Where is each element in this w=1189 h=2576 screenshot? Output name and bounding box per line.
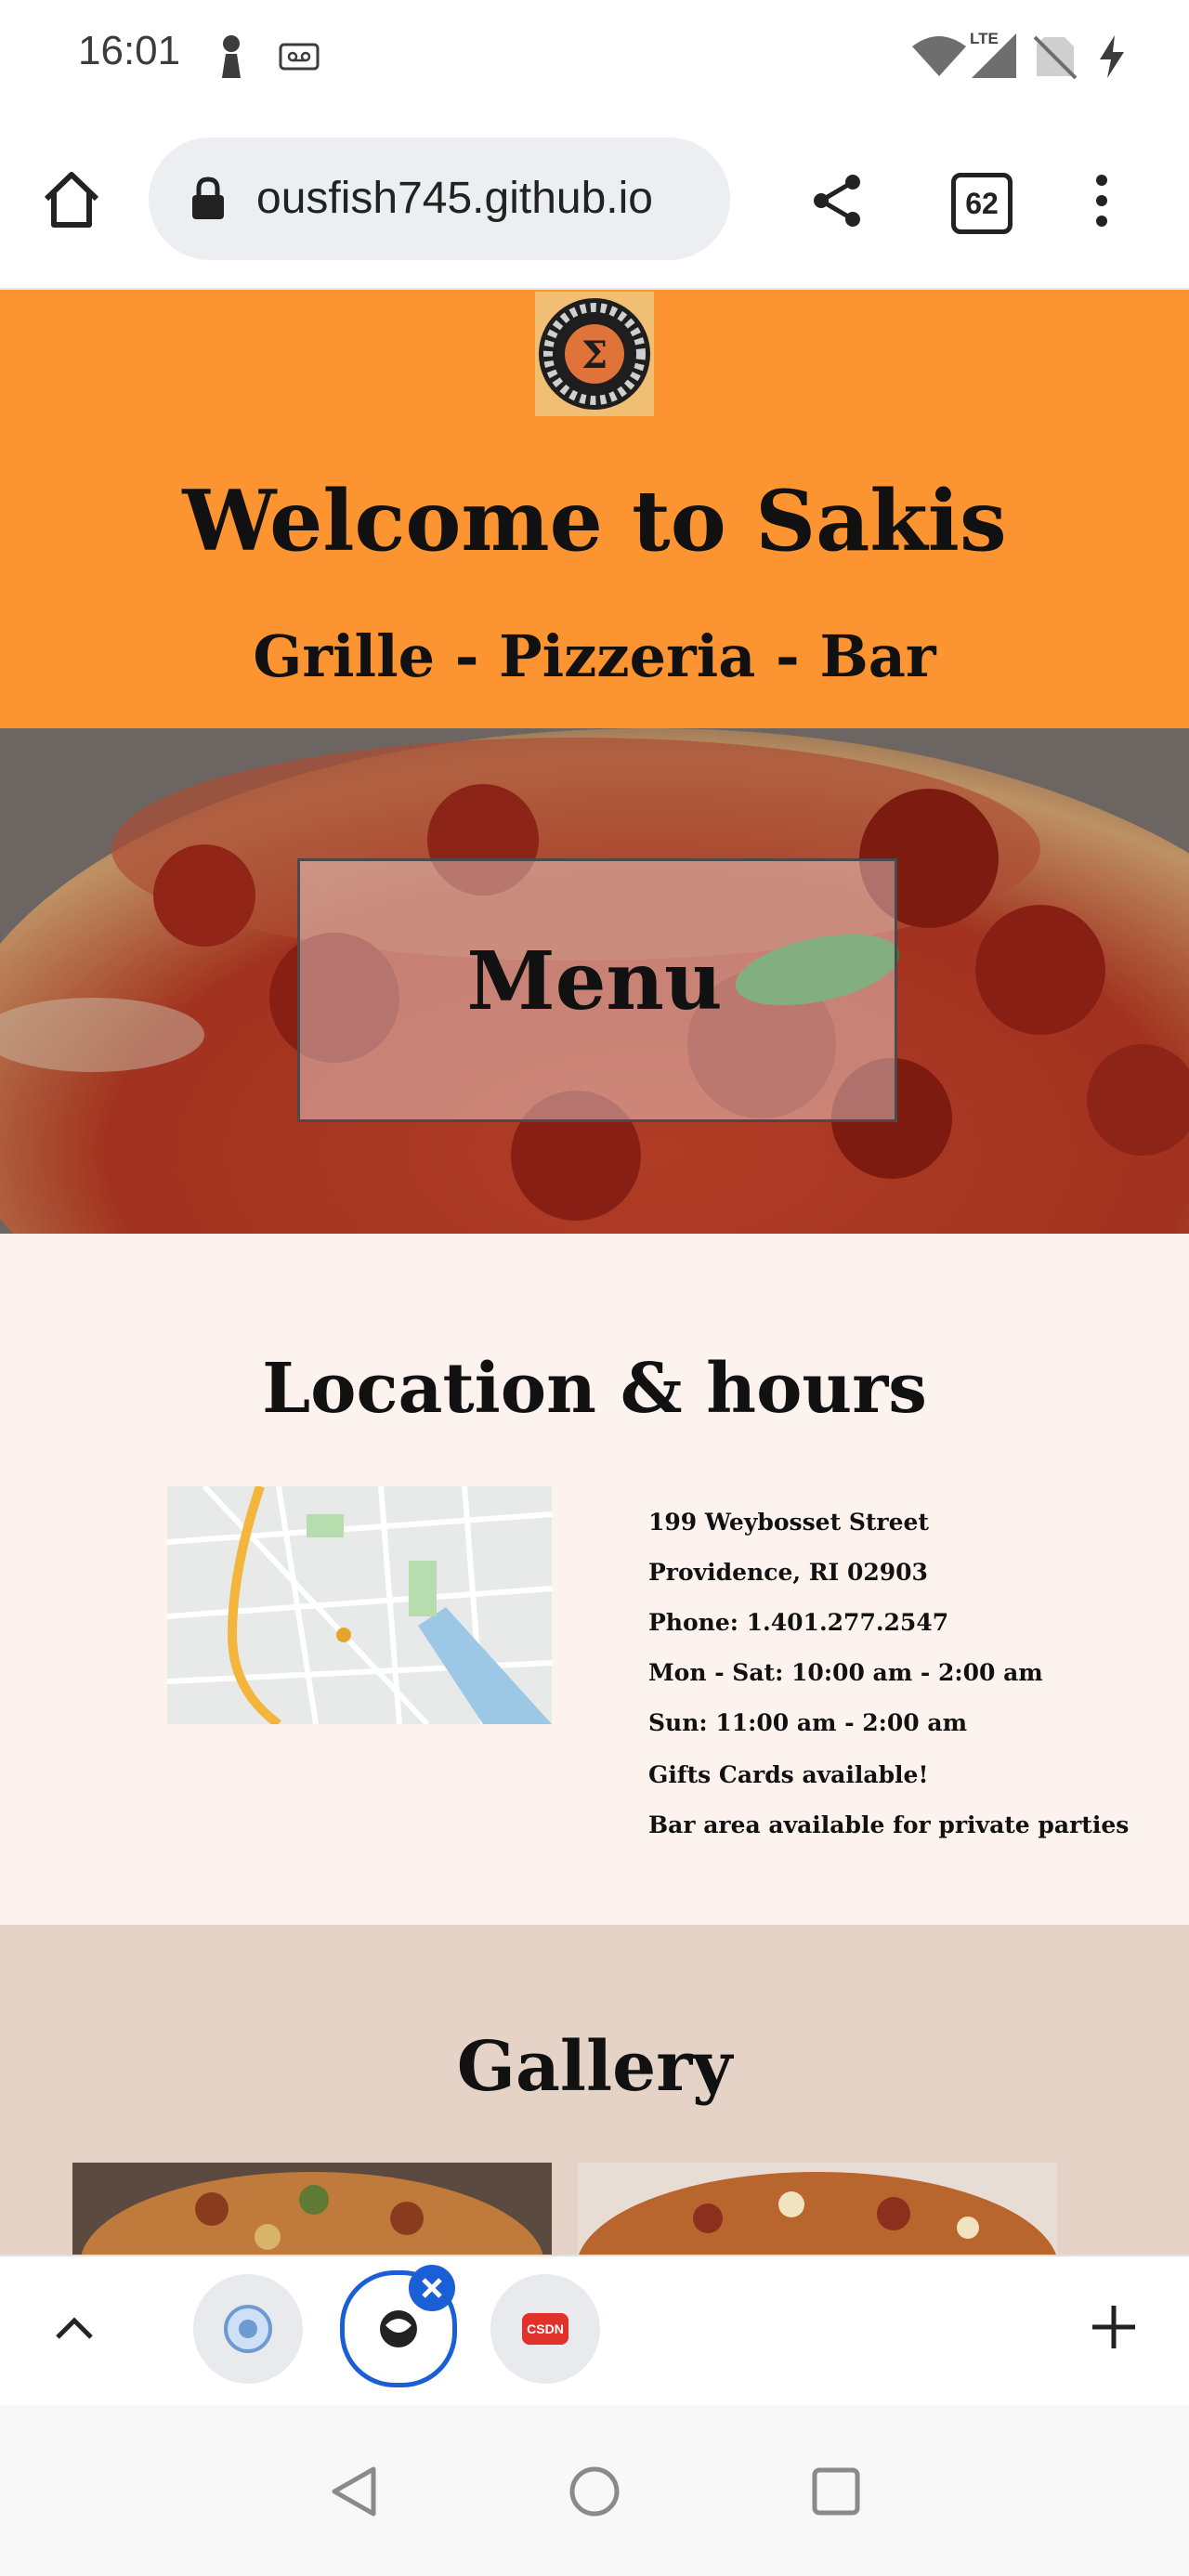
site-logo[interactable]: Σ <box>535 292 654 416</box>
private-parties-note: Bar area available for private parties <box>648 1811 1130 1838</box>
back-icon[interactable] <box>327 2464 379 2519</box>
hours-weekday: Mon - Sat: 10:00 am - 2:00 am <box>648 1659 1043 1686</box>
voicemail-icon <box>279 43 320 71</box>
gallery-image-2[interactable] <box>578 2163 1057 2255</box>
gallery-title: Gallery <box>456 2027 733 2107</box>
recents-icon[interactable] <box>810 2465 862 2517</box>
tab-thumbnail-1[interactable] <box>193 2274 303 2384</box>
charging-icon <box>1100 35 1124 78</box>
page-tagline: Grille - Pizzeria - Bar <box>253 622 936 690</box>
status-time: 16:01 <box>78 28 181 73</box>
wifi-icon <box>912 36 966 76</box>
gallery-image-1[interactable] <box>72 2163 552 2255</box>
phone-number: Phone: 1.401.277.2547 <box>648 1609 949 1636</box>
network-type-label: LTE <box>970 30 999 47</box>
lock-icon[interactable] <box>189 177 227 221</box>
share-icon[interactable] <box>810 173 866 229</box>
url-text[interactable]: ousfish745.github.io <box>256 173 653 224</box>
overflow-menu-icon[interactable] <box>1092 173 1111 229</box>
gift-cards-note: Gifts Cards available! <box>648 1761 929 1788</box>
csdn-icon: CSDN <box>522 2313 568 2345</box>
incognito-notification-icon <box>222 35 241 78</box>
page-title: Welcome to Sakis <box>182 472 1007 570</box>
chevron-up-icon[interactable] <box>54 2313 95 2341</box>
location-title: Location & hours <box>262 1349 927 1429</box>
menu-button-label[interactable]: Menu <box>297 935 892 1028</box>
logo-sigma: Σ <box>581 333 608 377</box>
address-city: Providence, RI 02903 <box>648 1559 928 1586</box>
tab-switcher-button[interactable]: 62 <box>951 173 1013 234</box>
address-street: 199 Weybosset Street <box>648 1509 929 1536</box>
location-map[interactable] <box>167 1486 552 1724</box>
tab-thumbnail-3[interactable]: CSDN <box>490 2274 600 2384</box>
close-tab-button[interactable] <box>409 2265 455 2311</box>
hours-sunday: Sun: 11:00 am - 2:00 am <box>648 1709 968 1736</box>
home-icon[interactable] <box>41 169 102 230</box>
new-tab-icon[interactable] <box>1089 2302 1139 2352</box>
home-nav-icon[interactable] <box>567 2464 622 2519</box>
no-sim-icon <box>1033 35 1078 80</box>
